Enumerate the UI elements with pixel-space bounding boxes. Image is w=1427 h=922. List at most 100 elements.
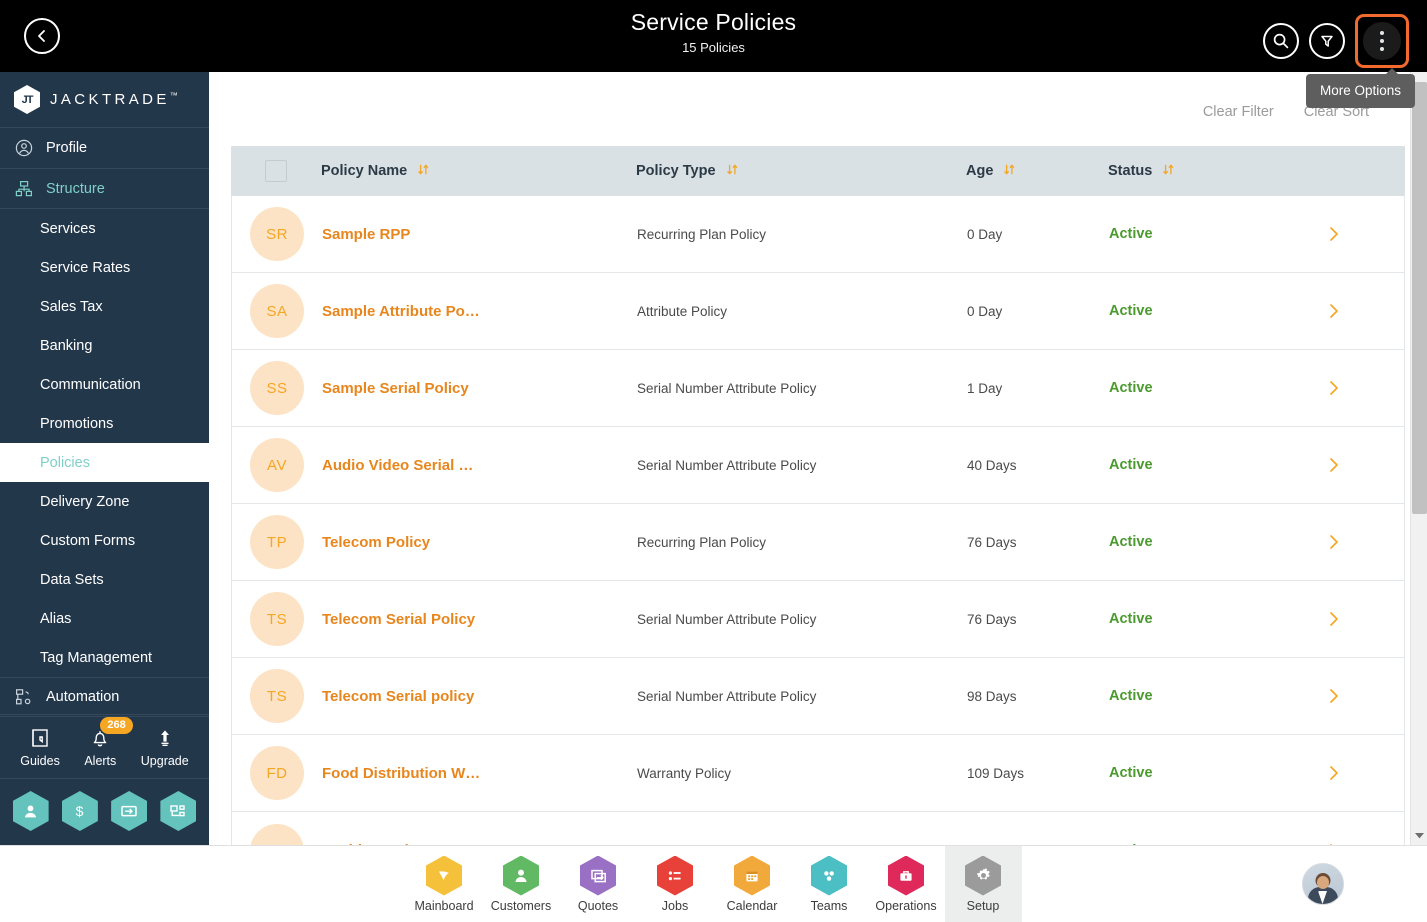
- sidebar-item-banking[interactable]: Banking: [0, 326, 209, 365]
- customers-icon: [503, 855, 539, 896]
- row-avatar-cell: SS: [232, 361, 322, 415]
- sort-updown-icon[interactable]: [726, 163, 739, 180]
- row-open-button[interactable]: [1289, 456, 1379, 474]
- sidebar-item-label: Data Sets: [40, 571, 104, 588]
- table-body: SR Sample RPP Recurring Plan Policy 0 Da…: [231, 196, 1405, 845]
- row-open-button[interactable]: [1289, 533, 1379, 551]
- column-label: Age: [966, 162, 994, 179]
- sidebar-item-communication[interactable]: Communication: [0, 365, 209, 404]
- quick-action-money-transfer[interactable]: [111, 791, 148, 831]
- status-badge: Active: [1109, 226, 1153, 242]
- policy-name-link[interactable]: Sample RPP: [322, 226, 637, 243]
- table-row[interactable]: SR Sample RPP Recurring Plan Policy 0 Da…: [232, 196, 1404, 273]
- policy-name-link[interactable]: Sample Attribute Po…: [322, 303, 637, 320]
- bottom-nav-setup[interactable]: Setup: [944, 845, 1022, 922]
- bottom-nav-label: Quotes: [577, 898, 619, 913]
- quick-action-person[interactable]: [12, 791, 49, 831]
- table-row[interactable]: SS Sample Serial Policy Serial Number At…: [232, 350, 1404, 427]
- policy-name-link[interactable]: Audio Video Serial …: [322, 457, 637, 474]
- row-open-button[interactable]: [1289, 764, 1379, 782]
- sidebar-item-alias[interactable]: Alias: [0, 599, 209, 638]
- more-options-button[interactable]: [1355, 14, 1409, 68]
- avatar: TS: [250, 592, 304, 646]
- table-row[interactable]: TP Telecom Policy Recurring Plan Policy …: [232, 504, 1404, 581]
- guides-button[interactable]: Guides: [20, 727, 60, 768]
- row-open-button[interactable]: [1289, 610, 1379, 628]
- column-header-age[interactable]: Age: [966, 163, 1108, 180]
- row-avatar-cell: AV: [232, 438, 322, 492]
- table-row[interactable]: TS Telecom Serial policy Serial Number A…: [232, 658, 1404, 735]
- brand-trademark: ™: [169, 91, 178, 100]
- policy-type-value: Serial Number Attribute Policy: [637, 457, 817, 473]
- status-badge: Active: [1109, 688, 1153, 704]
- gear-icon: [965, 855, 1001, 896]
- bottom-nav-label: Setup: [966, 898, 1000, 913]
- scroll-down-arrow-icon[interactable]: [1411, 827, 1427, 843]
- sidebar-item-service-rates[interactable]: Service Rates: [0, 248, 209, 287]
- row-avatar-cell: TS: [232, 669, 322, 723]
- sort-updown-icon[interactable]: [1003, 163, 1016, 180]
- sidebar-item-structure[interactable]: Structure: [0, 169, 209, 209]
- quick-action-workflow[interactable]: [160, 791, 197, 831]
- select-all-checkbox[interactable]: [265, 160, 287, 182]
- filter-button[interactable]: [1309, 23, 1345, 59]
- bottom-nav-mainboard[interactable]: Mainboard: [406, 846, 483, 922]
- sort-updown-icon[interactable]: [1162, 163, 1175, 180]
- bottom-nav-jobs[interactable]: Jobs: [637, 846, 714, 922]
- policy-name-link[interactable]: Telecom Policy: [322, 534, 637, 551]
- policy-name-link[interactable]: Sample Serial Policy: [322, 380, 637, 397]
- search-button[interactable]: [1263, 23, 1299, 59]
- sidebar-item-automation[interactable]: Automation: [0, 677, 209, 717]
- upgrade-button[interactable]: Upgrade: [141, 727, 189, 768]
- sidebar-item-data-sets[interactable]: Data Sets: [0, 560, 209, 599]
- table-row[interactable]: FD Food Distribution W… Warranty Policy …: [232, 735, 1404, 812]
- row-open-button[interactable]: [1289, 302, 1379, 320]
- column-header-policy-name[interactable]: Policy Name: [321, 163, 636, 180]
- row-open-button[interactable]: [1289, 687, 1379, 705]
- policy-name-link[interactable]: Telecom Serial Policy: [322, 611, 637, 628]
- table-row[interactable]: SA Sample Attribute Po… Attribute Policy…: [232, 273, 1404, 350]
- quick-action-dollar[interactable]: $: [61, 791, 98, 831]
- avatar: SS: [250, 361, 304, 415]
- sidebar-item-delivery-zone[interactable]: Delivery Zone: [0, 482, 209, 521]
- page-scrollbar-track[interactable]: [1410, 72, 1427, 845]
- bottom-right-user: [1218, 863, 1427, 905]
- table-row[interactable]: TS Telecom Serial Policy Serial Number A…: [232, 581, 1404, 658]
- sidebar-item-tag-management[interactable]: Tag Management: [0, 638, 209, 677]
- avatar[interactable]: [1301, 863, 1344, 905]
- sidebar-item-sales-tax[interactable]: Sales Tax: [0, 287, 209, 326]
- back-button[interactable]: [24, 18, 60, 54]
- sidebar-item-policies[interactable]: Policies: [0, 443, 209, 482]
- policy-type-value: Recurring Plan Policy: [637, 226, 767, 242]
- sidebar-item-services[interactable]: Services: [0, 209, 209, 248]
- table-row[interactable]: MP Marble Product Attribute Policy 106 D…: [232, 812, 1404, 845]
- column-header-status[interactable]: Status: [1108, 163, 1288, 180]
- row-open-button[interactable]: [1289, 379, 1379, 397]
- sort-updown-icon[interactable]: [417, 163, 430, 180]
- user-circle-icon: [14, 138, 34, 158]
- bottom-nav-calendar[interactable]: Calendar: [714, 846, 791, 922]
- avatar: TP: [250, 515, 304, 569]
- table-row[interactable]: AV Audio Video Serial … Serial Number At…: [232, 427, 1404, 504]
- header-actions: [1263, 14, 1409, 68]
- page-scrollbar-thumb[interactable]: [1412, 82, 1427, 514]
- bottom-nav-label: Calendar: [726, 898, 778, 913]
- sidebar-item-promotions[interactable]: Promotions: [0, 404, 209, 443]
- policy-name-link[interactable]: Food Distribution W…: [322, 765, 637, 782]
- clear-filter-button[interactable]: Clear Filter: [1203, 104, 1274, 120]
- bottom-nav-quotes[interactable]: Quotes: [560, 846, 637, 922]
- column-header-policy-type[interactable]: Policy Type: [636, 163, 966, 180]
- policies-table: Policy Name Policy Type Age Status SR Sa…: [209, 146, 1427, 845]
- bottom-nav-operations[interactable]: Operations: [868, 846, 945, 922]
- policy-name-link[interactable]: Telecom Serial policy: [322, 688, 637, 705]
- alerts-button[interactable]: 268 Alerts: [84, 717, 133, 768]
- chevron-right-icon: [1330, 304, 1338, 318]
- policy-type-value: Attribute Policy: [637, 303, 728, 319]
- bottom-nav-customers[interactable]: Customers: [483, 846, 560, 922]
- sidebar-item-label: Sales Tax: [40, 298, 103, 315]
- sidebar-item-profile[interactable]: Profile: [0, 128, 209, 168]
- row-open-button[interactable]: [1289, 225, 1379, 243]
- kebab-menu-icon: [1363, 22, 1401, 60]
- bottom-nav-teams[interactable]: Teams: [791, 846, 868, 922]
- sidebar-item-custom-forms[interactable]: Custom Forms: [0, 521, 209, 560]
